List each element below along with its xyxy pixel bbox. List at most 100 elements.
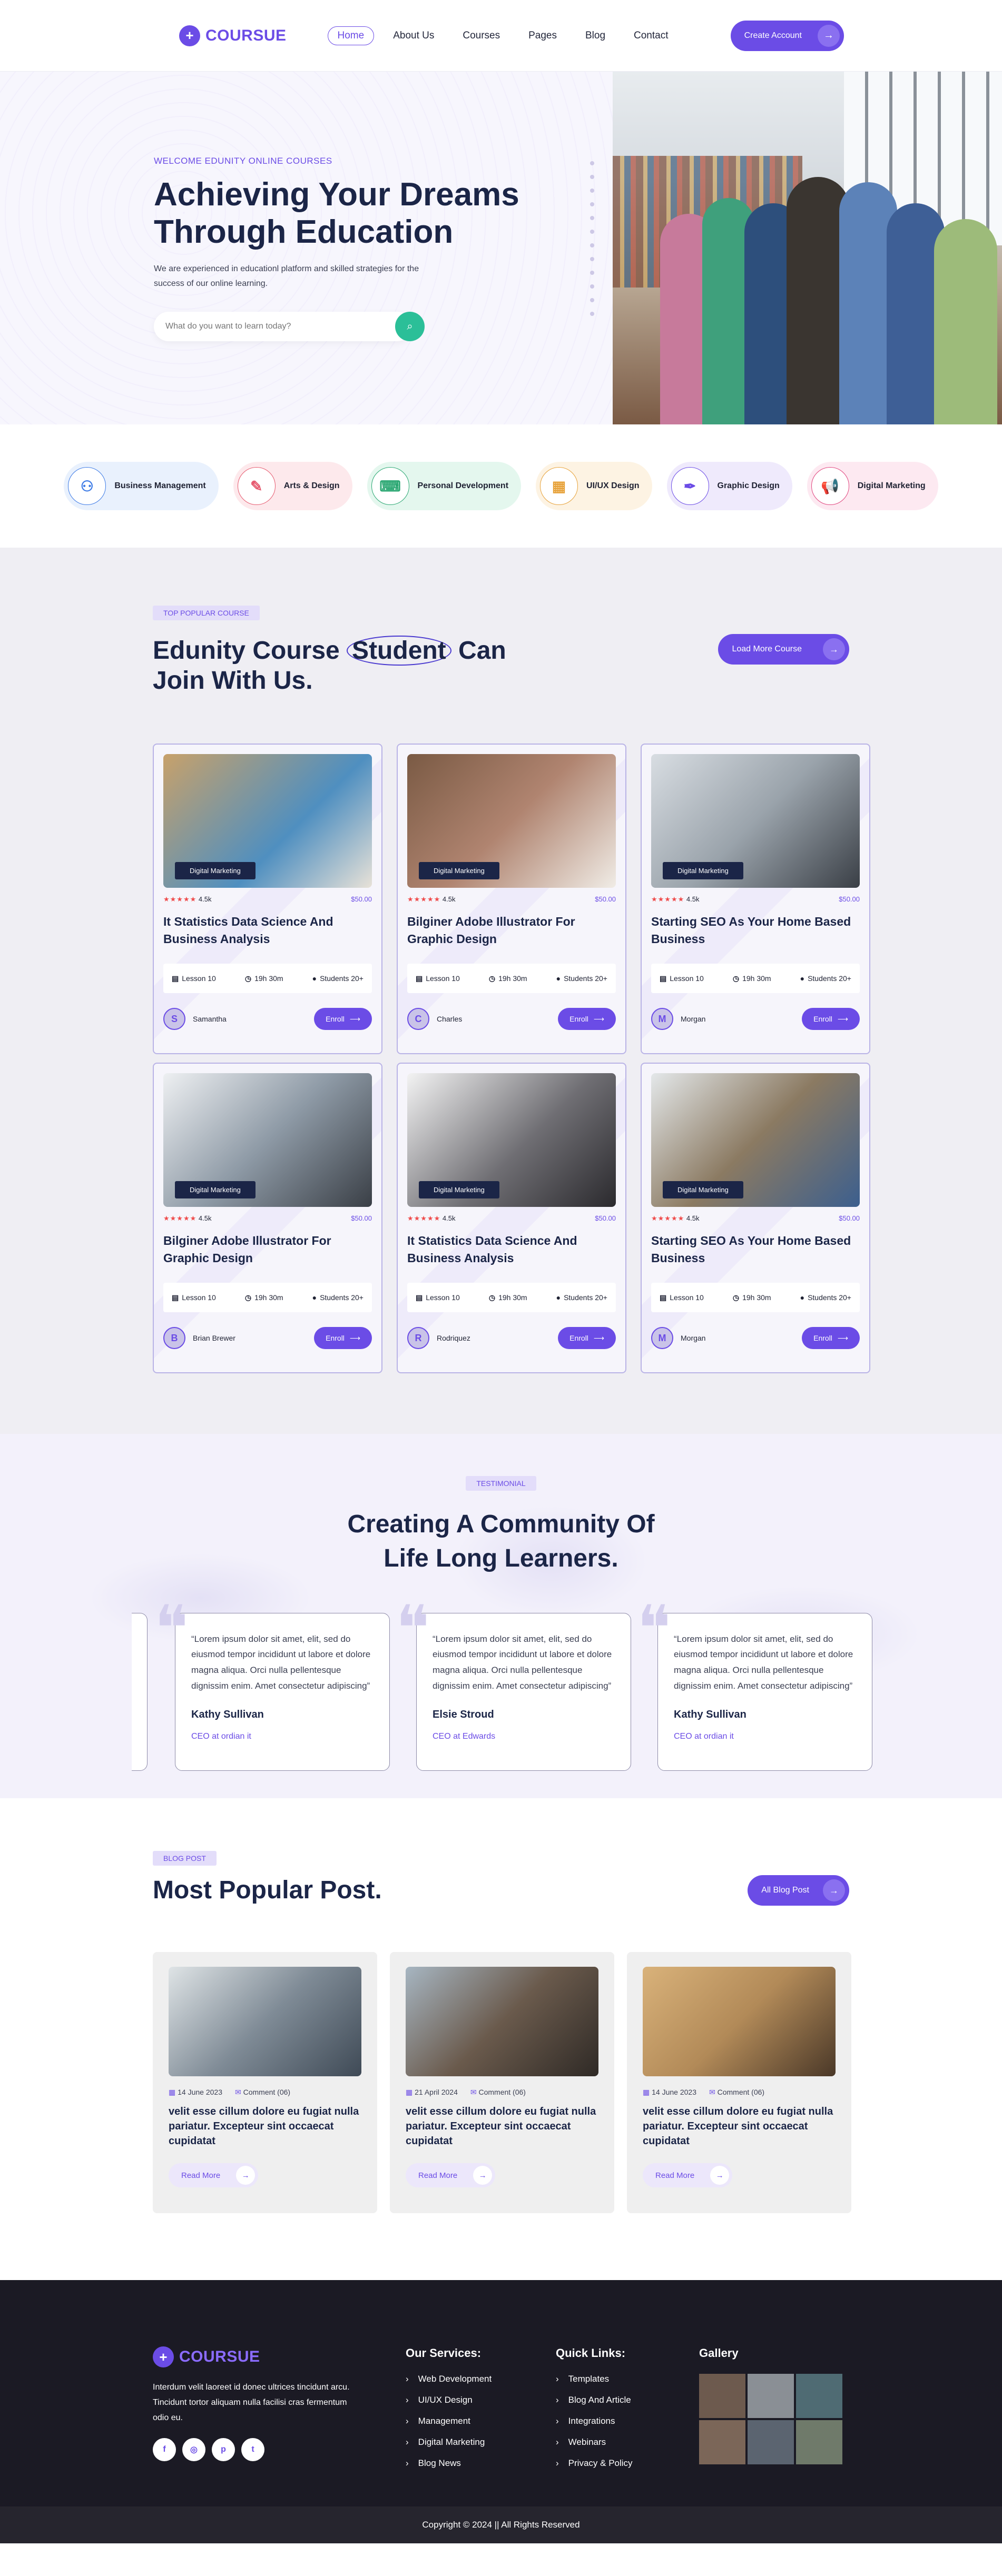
create-account-label: Create Account bbox=[744, 31, 802, 40]
chevron-right-icon: › bbox=[406, 2374, 409, 2384]
course-card[interactable]: Digital Marketing ★★★★★ 4.5k $50.00 It St… bbox=[397, 1063, 626, 1373]
course-price: $50.00 bbox=[351, 1214, 372, 1222]
course-card[interactable]: Digital Marketing ★★★★★ 4.5k $50.00 Bilgi… bbox=[153, 1063, 382, 1373]
enroll-button[interactable]: Enroll ⟶ bbox=[802, 1327, 860, 1349]
course-price: $50.00 bbox=[595, 895, 616, 903]
footer-link[interactable]: › Blog News bbox=[406, 2458, 556, 2469]
gallery-image[interactable] bbox=[796, 2420, 842, 2464]
read-more-button[interactable]: Read More → bbox=[643, 2163, 733, 2187]
nav-contact[interactable]: Contact bbox=[624, 27, 677, 45]
services-heading: Our Services: bbox=[406, 2346, 482, 2360]
comment-icon: ✉ bbox=[234, 2088, 241, 2096]
enroll-button[interactable]: Enroll ⟶ bbox=[314, 1008, 372, 1030]
footer-link[interactable]: › Integrations bbox=[556, 2416, 699, 2426]
chevron-right-icon: › bbox=[556, 2458, 559, 2468]
footer-link[interactable]: › Templates bbox=[556, 2374, 699, 2384]
user-icon: ● bbox=[556, 1293, 561, 1302]
instagram-icon[interactable]: ◎ bbox=[182, 2438, 205, 2462]
enroll-button[interactable]: Enroll ⟶ bbox=[558, 1008, 616, 1030]
chevron-right-icon: › bbox=[556, 2374, 559, 2384]
pinterest-icon[interactable]: p bbox=[212, 2438, 235, 2462]
category-uiux-design[interactable]: ▦ UI/UX Design bbox=[536, 462, 652, 510]
search-icon[interactable]: ⌕ bbox=[395, 312, 425, 342]
category-digital-marketing[interactable]: 📢 Digital Marketing bbox=[807, 462, 938, 510]
read-more-button[interactable]: Read More → bbox=[169, 2163, 259, 2187]
nav-home[interactable]: Home bbox=[327, 26, 375, 45]
footer-link[interactable]: › Digital Marketing bbox=[406, 2437, 556, 2448]
gallery-image[interactable] bbox=[748, 2374, 794, 2418]
footer-logo[interactable]: + COURSUE bbox=[153, 2346, 406, 2367]
course-title[interactable]: Bilginer Adobe Illustrator For Graphic D… bbox=[163, 1232, 372, 1268]
blog-card[interactable]: ▦ 14 June 2023 ✉ Comment (06) velit esse … bbox=[627, 1952, 851, 2213]
blog-card[interactable]: ▦ 14 June 2023 ✉ Comment (06) velit esse … bbox=[153, 1952, 377, 2213]
arrow-right-icon: → bbox=[710, 2166, 730, 2185]
star-rating-icon: ★★★★★ bbox=[407, 895, 441, 903]
facebook-icon[interactable]: f bbox=[153, 2438, 176, 2462]
twitter-icon[interactable]: t bbox=[241, 2438, 264, 2462]
category-graphic-design[interactable]: ✒ Graphic Design bbox=[666, 462, 792, 510]
nav-blog[interactable]: Blog bbox=[576, 27, 615, 45]
enroll-button[interactable]: Enroll ⟶ bbox=[314, 1327, 372, 1349]
create-account-button[interactable]: Create Account → bbox=[730, 20, 844, 51]
course-title[interactable]: It Statistics Data Science And Business … bbox=[163, 913, 372, 949]
copyright-text: Copyright © 2024 || All Rights Reserved bbox=[422, 2520, 580, 2530]
book-icon: ▤ bbox=[660, 1293, 667, 1302]
user-icon: ● bbox=[556, 974, 561, 983]
testimonial-carousel[interactable]: ❝ “Lorem ipsum dolor sit amet, elit, sed… bbox=[0, 1597, 1002, 1771]
category-label: Arts & Design bbox=[283, 481, 340, 490]
instructor-name: Morgan bbox=[681, 1015, 706, 1023]
course-price: $50.00 bbox=[595, 1214, 616, 1222]
all-blog-post-button[interactable]: All Blog Post → bbox=[748, 1875, 849, 1906]
testimonial-text: “Lorem ipsum dolor sit amet, elit, sed d… bbox=[674, 1633, 853, 1691]
footer-link[interactable]: › Web Development bbox=[406, 2374, 556, 2384]
course-title[interactable]: Starting SEO As Your Home Based Business bbox=[651, 1232, 860, 1268]
read-more-button[interactable]: Read More → bbox=[406, 2163, 496, 2187]
brand-logo[interactable]: + COURSUE bbox=[179, 25, 287, 46]
section-pill: BLOG POST bbox=[153, 1851, 217, 1866]
enroll-button[interactable]: Enroll ⟶ bbox=[802, 1008, 860, 1030]
gallery-image[interactable] bbox=[699, 2420, 745, 2464]
gallery-image[interactable] bbox=[699, 2374, 745, 2418]
blog-post-title[interactable]: velit esse cillum dolore eu fugiat nulla… bbox=[643, 2104, 836, 2148]
blog-post-title[interactable]: velit esse cillum dolore eu fugiat nulla… bbox=[406, 2104, 598, 2148]
course-card[interactable]: Digital Marketing ★★★★★ 4.5k $50.00 Start… bbox=[641, 744, 870, 1054]
book-icon: ▤ bbox=[172, 974, 179, 983]
gallery-image[interactable] bbox=[748, 2420, 794, 2464]
course-card[interactable]: Digital Marketing ★★★★★ 4.5k $50.00 Start… bbox=[641, 1063, 870, 1373]
search-input[interactable] bbox=[165, 322, 395, 332]
category-arts-design[interactable]: ✎ Arts & Design bbox=[233, 462, 352, 510]
footer-gallery: Gallery bbox=[699, 2346, 842, 2479]
blog-post-title[interactable]: velit esse cillum dolore eu fugiat nulla… bbox=[169, 2104, 361, 2148]
arrow-right-icon: → bbox=[823, 1879, 845, 1901]
previous-testimonial-card bbox=[132, 1612, 148, 1771]
nav-about[interactable]: About Us bbox=[384, 27, 444, 45]
footer-link[interactable]: › Blog And Article bbox=[556, 2395, 699, 2405]
gallery-image[interactable] bbox=[796, 2374, 842, 2418]
nav-courses[interactable]: Courses bbox=[453, 27, 509, 45]
chevron-right-icon: › bbox=[556, 2395, 559, 2405]
category-personal-development[interactable]: ⌨ Personal Development bbox=[367, 462, 522, 510]
category-business-management[interactable]: ⚇ Business Management bbox=[64, 462, 219, 510]
course-title[interactable]: Starting SEO As Your Home Based Business bbox=[651, 913, 860, 949]
arrow-right-icon: ⟶ bbox=[593, 1014, 604, 1023]
instructor-name: Brian Brewer bbox=[193, 1334, 235, 1342]
load-more-courses-button[interactable]: Load More Course → bbox=[718, 634, 849, 665]
course-title[interactable]: It Statistics Data Science And Business … bbox=[407, 1232, 616, 1268]
enroll-button[interactable]: Enroll ⟶ bbox=[558, 1327, 616, 1349]
footer-link[interactable]: › Management bbox=[406, 2416, 556, 2426]
all-blog-label: All Blog Post bbox=[761, 1886, 809, 1895]
course-card[interactable]: Digital Marketing ★★★★★ 4.5k $50.00 Bilgi… bbox=[397, 744, 626, 1054]
top-navbar: + COURSUE Home About Us Courses Pages Bl… bbox=[0, 0, 1002, 72]
blog-card[interactable]: ▦ 21 April 2024 ✉ Comment (06) velit esse… bbox=[390, 1952, 614, 2213]
course-title[interactable]: Bilginer Adobe Illustrator For Graphic D… bbox=[407, 913, 616, 949]
course-thumbnail: Digital Marketing bbox=[407, 754, 616, 888]
chevron-right-icon: › bbox=[556, 2437, 559, 2447]
avatar: M bbox=[651, 1008, 673, 1030]
nav-pages[interactable]: Pages bbox=[519, 27, 566, 45]
rating-count: 4.5k bbox=[198, 895, 212, 903]
testimonial-name: Elsie Stroud bbox=[433, 1708, 494, 1720]
footer-link[interactable]: › UI/UX Design bbox=[406, 2395, 556, 2405]
footer-link[interactable]: › Webinars bbox=[556, 2437, 699, 2448]
footer-link[interactable]: › Privacy & Policy bbox=[556, 2458, 699, 2469]
course-card[interactable]: Digital Marketing ★★★★★ 4.5k $50.00 It St… bbox=[153, 744, 382, 1054]
